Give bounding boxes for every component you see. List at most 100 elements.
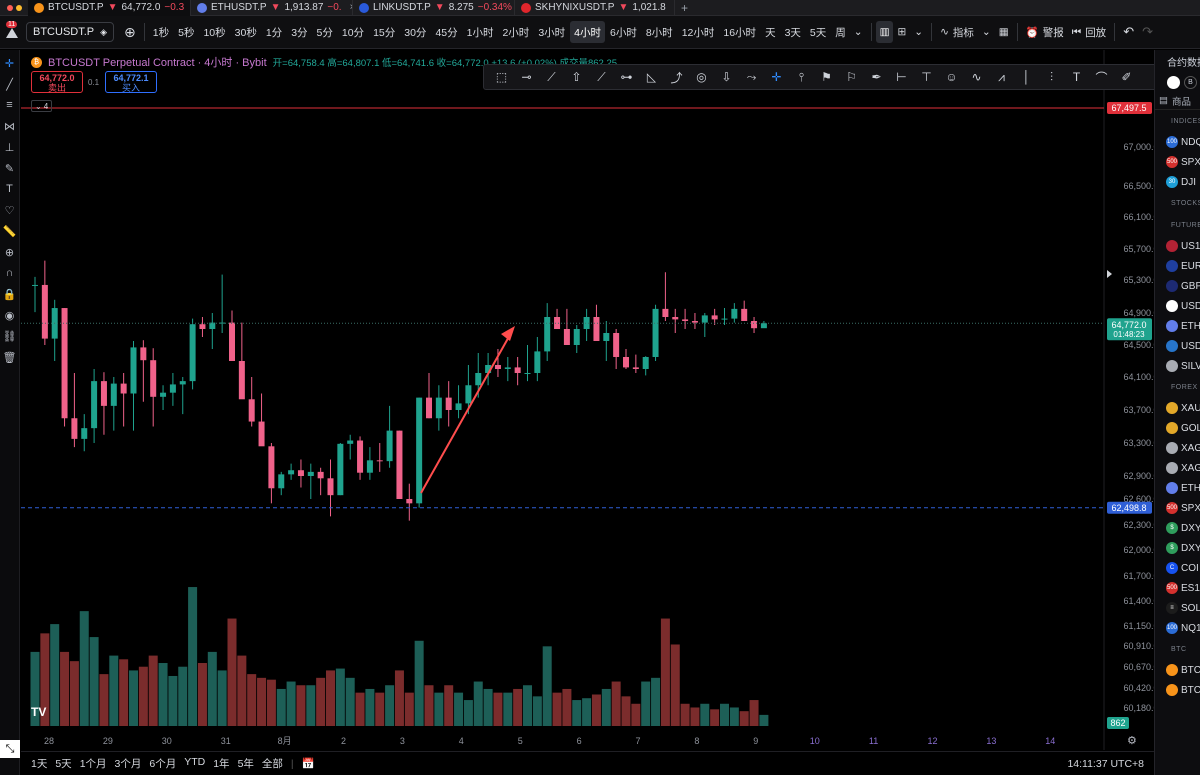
price-chart-canvas[interactable]: 67,000.0 66,500.0 66,100.0 65,700.0 65,300.0… xyxy=(21,50,1154,750)
interval-button[interactable]: 5分 xyxy=(313,21,337,43)
watchlist-row[interactable]: ETH xyxy=(1155,478,1200,498)
interval-button[interactable]: 30秒 xyxy=(231,21,261,43)
watchlist-row[interactable]: BTC xyxy=(1155,660,1200,680)
interval-button[interactable]: 周 xyxy=(831,21,850,43)
ruler-tool-icon[interactable]: 📏 xyxy=(3,224,17,238)
link-tool-icon[interactable]: ⛓ xyxy=(3,329,17,343)
undo-button[interactable]: ↶ xyxy=(1119,21,1138,43)
indicators-dropdown-icon[interactable]: ⌄ xyxy=(978,21,995,43)
range-button[interactable]: 全部 xyxy=(262,756,283,771)
chart-type-dropdown-icon[interactable]: ⌄ xyxy=(910,21,927,43)
forecast-tool-icon[interactable]: ⊥ xyxy=(3,140,17,154)
close-window-icon[interactable] xyxy=(6,4,13,11)
watchlist-section-header[interactable]: STOCKS xyxy=(1155,192,1200,214)
watchlist-row[interactable]: EUR xyxy=(1155,256,1200,276)
watchlist-row[interactable]: GBP xyxy=(1155,276,1200,296)
bars-chart-type-button[interactable]: ⊞ xyxy=(893,21,910,43)
interval-button[interactable]: 1秒 xyxy=(149,21,173,43)
indicators-button[interactable]: ∿ 指标 xyxy=(936,21,978,43)
watchlist-row[interactable]: XAG xyxy=(1155,438,1200,458)
eye-visibility-icon[interactable]: ◉ xyxy=(3,308,17,322)
rectangle-tool-icon[interactable]: ⬚ xyxy=(492,68,511,86)
horizontal-line-tool-icon[interactable]: ⊸ xyxy=(517,68,536,86)
text-annotation-icon[interactable]: T xyxy=(1067,68,1086,86)
interval-button[interactable]: 10分 xyxy=(338,21,368,43)
interval-button[interactable]: 8小时 xyxy=(642,21,677,43)
watchlist-row[interactable]: 500 SPX xyxy=(1155,498,1200,518)
sell-button[interactable]: 64,772.0 卖出 xyxy=(31,71,83,93)
watchlist-row[interactable]: US1 xyxy=(1155,236,1200,256)
candles-chart-type-button[interactable]: ▥ xyxy=(875,21,894,43)
interval-button[interactable]: 4小时 xyxy=(570,21,605,43)
fib-retracement-tool-icon[interactable]: ≡ xyxy=(3,98,17,112)
watchlist-row[interactable]: USD xyxy=(1155,336,1200,356)
magnet-tool-icon[interactable]: ∩ xyxy=(3,266,17,280)
watchlist-section-header[interactable]: BTC xyxy=(1155,638,1200,660)
watchlist-row[interactable]: GOL xyxy=(1155,418,1200,438)
range-button[interactable]: 5年 xyxy=(238,756,254,771)
redo-button[interactable]: ↷ xyxy=(1138,21,1157,43)
interval-button[interactable]: 12小时 xyxy=(678,21,719,43)
interval-button[interactable]: 30分 xyxy=(400,21,430,43)
compare-add-button[interactable]: ⊕ xyxy=(120,21,140,43)
tradingview-logo[interactable]: TV xyxy=(31,705,53,719)
interval-button[interactable]: 5天 xyxy=(806,21,830,43)
interval-button[interactable]: 1小时 xyxy=(463,21,498,43)
date-range-icon[interactable]: ⊢ xyxy=(892,68,911,86)
interval-button[interactable]: 天 xyxy=(761,21,780,43)
zoom-in-tool-icon[interactable]: ⊕ xyxy=(3,245,17,259)
app-logo[interactable]: 11 xyxy=(0,16,24,49)
trend-line-tool-icon[interactable]: ╱ xyxy=(3,77,17,91)
curve-tool-icon[interactable]: ⌒ xyxy=(1092,68,1111,86)
fullscreen-icon[interactable]: ⤡ xyxy=(0,740,20,758)
flag-mark-icon[interactable]: ⚑ xyxy=(817,68,836,86)
polyline-tool-icon[interactable]: ⤳ xyxy=(742,68,761,86)
browser-tab[interactable]: BTCUSDT.P▼64,772.0−0.3× xyxy=(28,0,191,16)
alert-button[interactable]: ⏰ 警报 xyxy=(1022,21,1068,43)
new-tab-button[interactable]: + xyxy=(675,1,694,15)
watchlist-row[interactable]: BTC xyxy=(1155,680,1200,700)
interval-button[interactable]: 3小时 xyxy=(534,21,569,43)
interval-button[interactable]: 10秒 xyxy=(199,21,229,43)
watchlist-row[interactable]: C COI xyxy=(1155,558,1200,578)
extended-line-tool-icon[interactable]: ⟋ xyxy=(592,68,611,86)
interval-button[interactable]: 3分 xyxy=(287,21,311,43)
watchlist-row[interactable]: ≡ SOL xyxy=(1155,598,1200,618)
anchored-vwap-icon[interactable]: ⫶ xyxy=(1042,68,1061,86)
pattern-tool-icon[interactable]: ⋈ xyxy=(3,119,17,133)
indicator-collapse-toggle[interactable]: ⌄ 4 xyxy=(31,100,53,112)
interval-button[interactable]: 45分 xyxy=(431,21,461,43)
ray-tool-icon[interactable]: ⟋ xyxy=(542,68,561,86)
triangle-tool-icon[interactable]: ◺ xyxy=(642,68,661,86)
wave-pattern-icon[interactable]: ∿ xyxy=(967,68,986,86)
emoji-icon[interactable]: ☺ xyxy=(942,68,961,86)
b-badge-icon[interactable]: B xyxy=(1184,75,1197,89)
calendar-goto-icon[interactable]: 📅 xyxy=(302,757,315,770)
watchlist-row[interactable]: 30 DJI xyxy=(1155,172,1200,192)
watchlist-row[interactable]: XAG xyxy=(1155,458,1200,478)
layout-grid-button[interactable]: ▦ xyxy=(995,21,1013,43)
axis-settings-icon[interactable]: ⚙ xyxy=(1127,735,1137,747)
interval-button[interactable]: 16小时 xyxy=(719,21,760,43)
zigzag-icon[interactable]: ⩘ xyxy=(992,68,1011,86)
price-label-icon[interactable]: ⚐ xyxy=(842,68,861,86)
interval-dropdown-icon[interactable]: ⌄ xyxy=(850,21,867,43)
brush-tool-icon[interactable]: ✎ xyxy=(3,161,17,175)
circle-tool-icon[interactable]: ◎ xyxy=(692,68,711,86)
horizontal-ray-tool-icon[interactable]: ⊶ xyxy=(617,68,636,86)
watchlist-row[interactable]: $ DXY xyxy=(1155,538,1200,558)
pen-tool-icon[interactable]: ✒ xyxy=(867,68,886,86)
watchlist-section-header[interactable]: FUTURES xyxy=(1155,214,1200,236)
range-button[interactable]: 1年 xyxy=(213,756,229,771)
window-controls[interactable] xyxy=(0,0,28,16)
text-tool-icon[interactable]: T xyxy=(3,182,17,196)
vertical-line-tool-icon[interactable]: │ xyxy=(1017,68,1036,86)
trash-icon[interactable]: 🗑 xyxy=(3,350,17,364)
utc-clock[interactable]: 14:11:37 UTC+8 xyxy=(1067,758,1144,770)
arrow-up-tool-icon[interactable]: ⇧ xyxy=(567,68,586,86)
interval-button[interactable]: 2小时 xyxy=(498,21,533,43)
watchlist-row[interactable]: XAU xyxy=(1155,398,1200,418)
watchlist-section-header[interactable]: INDICES xyxy=(1155,110,1200,132)
add-symbol-icon[interactable] xyxy=(1167,75,1180,89)
watchlist-row[interactable]: USD xyxy=(1155,296,1200,316)
